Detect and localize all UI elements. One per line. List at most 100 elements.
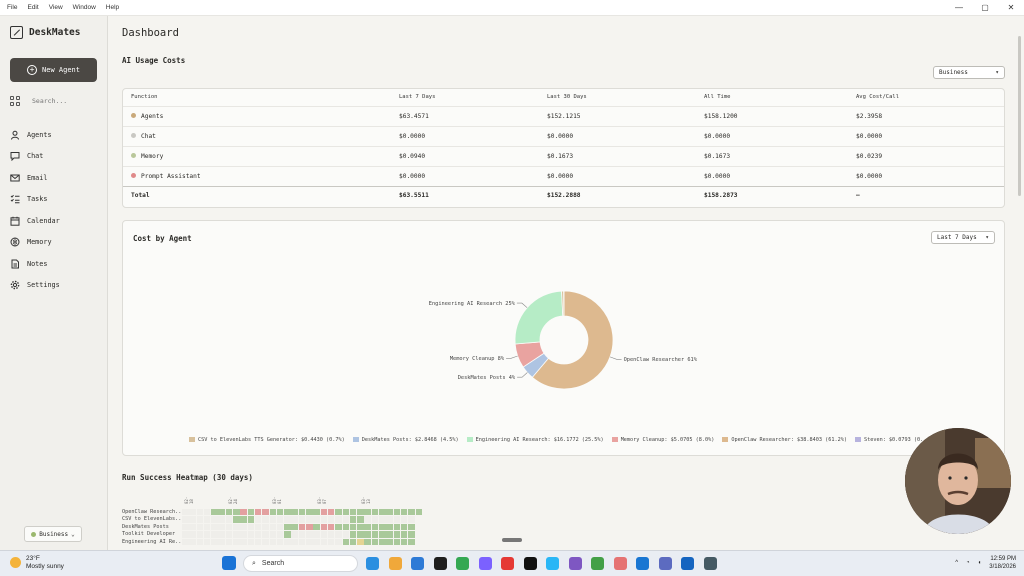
heatmap-cell[interactable] xyxy=(313,538,320,545)
heatmap-cell[interactable] xyxy=(342,531,350,538)
taskbar-app-icon[interactable] xyxy=(411,557,424,570)
heatmap-cell[interactable] xyxy=(371,538,379,545)
heatmap-cell[interactable] xyxy=(342,508,350,515)
heatmap-cell[interactable] xyxy=(269,538,277,545)
taskbar-app-icon[interactable] xyxy=(568,557,582,570)
workspace-selector[interactable]: Business ⌄ xyxy=(24,526,82,542)
heatmap-cell[interactable] xyxy=(240,531,247,538)
heatmap-cell[interactable] xyxy=(335,531,342,538)
heatmap-cell[interactable] xyxy=(240,523,247,530)
heatmap-cell[interactable] xyxy=(349,538,357,545)
heatmap-cell[interactable] xyxy=(182,516,189,523)
legend-item[interactable]: Engineering AI Research: $16.1772 (25.5%… xyxy=(466,437,604,443)
heatmap-cell[interactable] xyxy=(379,523,386,530)
heatmap-cell[interactable] xyxy=(189,523,196,530)
heatmap-cell[interactable] xyxy=(218,531,225,538)
heatmap-cell[interactable] xyxy=(364,516,371,523)
heatmap-cell[interactable] xyxy=(379,516,386,523)
heatmap-cell[interactable] xyxy=(240,516,247,523)
heatmap-cell[interactable] xyxy=(327,516,335,523)
heatmap-cell[interactable] xyxy=(254,538,262,545)
heatmap-cell[interactable] xyxy=(182,523,189,530)
heatmap-cell[interactable] xyxy=(203,538,211,545)
heatmap-cell[interactable] xyxy=(203,523,211,530)
heatmap-cell[interactable] xyxy=(342,523,350,530)
heatmap-cell[interactable] xyxy=(203,516,211,523)
heatmap-cell[interactable] xyxy=(357,531,364,538)
taskbar-search[interactable]: ⌕ Search xyxy=(243,555,358,572)
taskbar-app-icon[interactable] xyxy=(388,557,402,570)
heatmap-cell[interactable] xyxy=(393,516,401,523)
heatmap-cell[interactable] xyxy=(254,531,262,538)
heatmap-cell[interactable] xyxy=(254,508,262,515)
heatmap-cell[interactable] xyxy=(203,508,211,515)
windows-start-icon[interactable] xyxy=(222,556,236,570)
heatmap-cell[interactable] xyxy=(291,516,298,523)
taskbar-app-icon[interactable] xyxy=(501,557,514,570)
heatmap-cell[interactable] xyxy=(247,523,255,530)
heatmap-cell[interactable] xyxy=(284,508,291,515)
heatmap-cell[interactable] xyxy=(320,516,328,523)
heatmap-cell[interactable] xyxy=(196,523,204,530)
wifi-icon[interactable]: ◔ xyxy=(966,560,970,566)
heatmap-cell[interactable] xyxy=(240,508,247,515)
heatmap-cell[interactable] xyxy=(335,523,342,530)
heatmap-cell[interactable] xyxy=(196,538,204,545)
heatmap-cell[interactable] xyxy=(211,508,218,515)
heatmap-cell[interactable] xyxy=(225,508,233,515)
heatmap-cell[interactable] xyxy=(364,538,371,545)
taskbar-app-icon[interactable] xyxy=(636,557,649,570)
heatmap-cell[interactable] xyxy=(379,508,386,515)
sidebar-item-tasks[interactable]: Tasks xyxy=(10,189,60,211)
heatmap-cell[interactable] xyxy=(225,531,233,538)
heatmap-cell[interactable] xyxy=(306,508,313,515)
heatmap-cell[interactable] xyxy=(291,531,298,538)
legend-item[interactable]: OpenClaw Researcher: $38.8403 (61.2%) xyxy=(722,437,847,443)
heatmap-cell[interactable] xyxy=(276,523,284,530)
heatmap-cell[interactable] xyxy=(262,531,269,538)
sidebar-item-memory[interactable]: Memory xyxy=(10,232,60,254)
heatmap-cell[interactable] xyxy=(262,508,269,515)
heatmap-cell[interactable] xyxy=(247,508,255,515)
heatmap-cell[interactable] xyxy=(284,516,291,523)
legend-item[interactable]: CSV to ElevenLabs TTS Generator: $0.4430… xyxy=(189,437,345,443)
heatmap-cell[interactable] xyxy=(313,531,320,538)
heatmap-cell[interactable] xyxy=(408,538,415,545)
heatmap-cell[interactable] xyxy=(298,508,306,515)
heatmap-cell[interactable] xyxy=(211,516,218,523)
heatmap-cell[interactable] xyxy=(196,531,204,538)
clock[interactable]: 12:59 PM 3/18/2026 xyxy=(989,555,1016,571)
heatmap-cell[interactable] xyxy=(306,531,313,538)
taskbar-app-icon[interactable] xyxy=(591,557,604,570)
heatmap-cell[interactable] xyxy=(225,523,233,530)
heatmap-cell[interactable] xyxy=(393,538,401,545)
heatmap-cell[interactable] xyxy=(393,508,401,515)
legend-item[interactable]: DeskMates Posts: $2.8468 (4.5%) xyxy=(352,437,459,443)
heatmap-cell[interactable] xyxy=(284,523,291,530)
heatmap-cell[interactable] xyxy=(320,538,328,545)
heatmap-cell[interactable] xyxy=(364,508,371,515)
volume-icon[interactable]: ◖ xyxy=(978,560,982,566)
heatmap-cell[interactable] xyxy=(357,538,364,545)
heatmap-cell[interactable] xyxy=(211,531,218,538)
sidebar-item-notes[interactable]: Notes xyxy=(10,253,60,275)
heatmap-cell[interactable] xyxy=(254,523,262,530)
menu-file[interactable]: File xyxy=(0,4,17,11)
grid-icon[interactable] xyxy=(10,96,20,106)
heatmap-cell[interactable] xyxy=(233,508,240,515)
heatmap-cell[interactable] xyxy=(182,538,189,545)
heatmap-cell[interactable] xyxy=(182,508,189,515)
heatmap-cell[interactable] xyxy=(342,538,350,545)
heatmap-cell[interactable] xyxy=(233,516,240,523)
heatmap-cell[interactable] xyxy=(349,508,357,515)
heatmap-cell[interactable] xyxy=(379,531,386,538)
maximize-button[interactable]: ▢ xyxy=(972,0,998,16)
heatmap-cell[interactable] xyxy=(408,508,415,515)
heatmap-cell[interactable] xyxy=(371,531,379,538)
heatmap-cell[interactable] xyxy=(335,538,342,545)
weather-widget[interactable]: 23°F Mostly sunny xyxy=(10,555,64,571)
heatmap-cell[interactable] xyxy=(298,531,306,538)
heatmap-cell[interactable] xyxy=(262,523,269,530)
heatmap-cell[interactable] xyxy=(276,516,284,523)
heatmap-cell[interactable] xyxy=(327,538,335,545)
